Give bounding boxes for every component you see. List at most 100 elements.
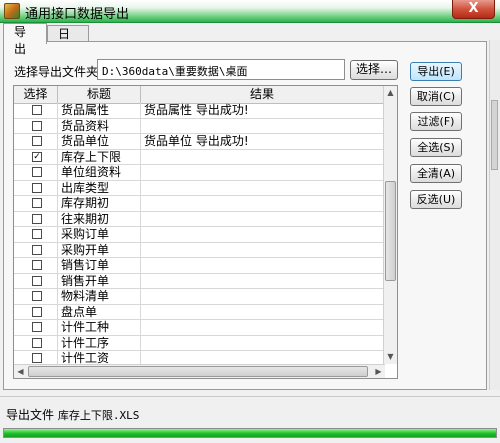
select-cell — [14, 320, 58, 335]
table-header: 选择 标题 结果 — [14, 86, 384, 104]
horizontal-scroll-thumb[interactable] — [28, 366, 368, 377]
title-cell: 物料清单 — [58, 289, 141, 304]
header-select[interactable]: 选择 — [14, 86, 58, 103]
table-row[interactable]: 盘点单 — [14, 304, 384, 320]
checkbox[interactable] — [32, 353, 42, 363]
vertical-scroll-thumb[interactable] — [385, 181, 396, 281]
close-button[interactable]: X — [452, 0, 495, 19]
title-cell: 往来期初 — [58, 211, 141, 226]
title-cell: 出库类型 — [58, 180, 141, 195]
checkbox[interactable] — [32, 322, 42, 332]
select-cell — [14, 180, 58, 195]
select-cell — [14, 227, 58, 242]
table-row[interactable]: 库存期初 — [14, 196, 384, 212]
table-body: 货品属性 货品属性 导出成功! 货品资料 货品单位 货品单位 导出成功! ✓ 库存上下限 单位… — [14, 103, 384, 378]
table-row[interactable]: 货品资料 — [14, 118, 384, 134]
checkbox[interactable] — [32, 213, 42, 224]
table-row[interactable]: 往来期初 — [14, 211, 384, 227]
checkbox[interactable] — [32, 136, 42, 146]
status-file: 库存上下限.XLS — [57, 409, 140, 422]
folder-path-input[interactable]: D:\360data\重要数据\桌面 — [97, 59, 345, 80]
result-cell — [141, 242, 384, 257]
filter-button[interactable]: 过滤(F) — [410, 112, 462, 131]
tab-export[interactable]: 导出 — [3, 23, 47, 56]
checkbox[interactable] — [32, 275, 42, 286]
result-cell — [141, 227, 384, 242]
result-cell — [141, 289, 384, 304]
table-row[interactable]: 采购订单 — [14, 227, 384, 243]
scroll-down-arrow-icon[interactable]: ▼ — [384, 350, 397, 364]
title-cell: 采购订单 — [58, 227, 141, 242]
checkbox[interactable] — [32, 244, 42, 255]
table-row[interactable]: 货品单位 货品单位 导出成功! — [14, 134, 384, 150]
title-cell: 库存上下限 — [58, 149, 141, 164]
table-row[interactable]: 出库类型 — [14, 180, 384, 196]
checkbox[interactable] — [32, 229, 42, 239]
status-bar: 导出文件 库存上下限.XLS — [0, 396, 500, 427]
result-cell — [141, 118, 384, 133]
checkbox[interactable] — [32, 198, 42, 208]
result-cell — [141, 304, 384, 319]
select-cell — [14, 134, 58, 149]
checkbox[interactable] — [32, 105, 42, 115]
table-row[interactable]: 销售开单 — [14, 273, 384, 289]
table-row[interactable]: 货品属性 货品属性 导出成功! — [14, 103, 384, 119]
table-row[interactable]: 计件工种 — [14, 320, 384, 336]
select-cell — [14, 289, 58, 304]
title-cell: 计件工种 — [58, 320, 141, 335]
browse-button[interactable]: 选择… — [350, 60, 398, 80]
select-cell — [14, 165, 58, 180]
title-cell: 货品资料 — [58, 118, 141, 133]
scroll-up-arrow-icon[interactable]: ▲ — [384, 86, 397, 100]
checkbox[interactable] — [32, 337, 42, 348]
window-scrollbar[interactable] — [489, 40, 500, 390]
table-row[interactable]: 单位组资料 — [14, 165, 384, 181]
select-cell — [14, 118, 58, 133]
cancel-button[interactable]: 取消(C) — [410, 87, 462, 106]
select-all-button[interactable]: 全选(S) — [410, 138, 462, 157]
checkbox-checked[interactable]: ✓ — [32, 151, 42, 162]
title-cell: 库存期初 — [58, 196, 141, 211]
export-button[interactable]: 导出(E) — [410, 62, 462, 81]
progress-bar — [3, 428, 497, 438]
result-cell — [141, 320, 384, 335]
clear-all-button[interactable]: 全清(A) — [410, 164, 462, 183]
window-scrollbar-thumb[interactable] — [491, 100, 498, 170]
select-cell — [14, 103, 58, 118]
scroll-left-arrow-icon[interactable]: ◀ — [14, 365, 27, 378]
result-cell — [141, 165, 384, 180]
result-cell — [141, 196, 384, 211]
title-cell: 采购开单 — [58, 242, 141, 257]
result-cell — [141, 180, 384, 195]
title-cell: 销售开单 — [58, 273, 141, 288]
table-vertical-scrollbar[interactable]: ▲ ▼ — [383, 86, 397, 364]
table-row[interactable]: 采购开单 — [14, 242, 384, 258]
scroll-right-arrow-icon[interactable]: ▶ — [372, 365, 385, 378]
app-icon — [4, 3, 20, 19]
checkbox[interactable] — [32, 120, 42, 131]
select-cell — [14, 304, 58, 319]
checkbox[interactable] — [32, 291, 42, 301]
table-row[interactable]: 销售订单 — [14, 258, 384, 274]
checkbox[interactable] — [32, 182, 42, 193]
invert-selection-button[interactable]: 反选(U) — [410, 190, 462, 209]
export-table: 选择 标题 结果 货品属性 货品属性 导出成功! 货品资料 货品单位 货品单位 导出成功… — [13, 85, 398, 379]
table-horizontal-scrollbar[interactable]: ◀ ▶ — [14, 364, 385, 378]
title-cell: 货品属性 — [58, 103, 141, 118]
title-cell: 销售订单 — [58, 258, 141, 273]
table-row[interactable]: ✓ 库存上下限 — [14, 149, 384, 165]
checkbox[interactable] — [32, 167, 42, 177]
checkbox[interactable] — [32, 306, 42, 317]
title-cell: 货品单位 — [58, 134, 141, 149]
select-cell — [14, 258, 58, 273]
select-cell — [14, 242, 58, 257]
checkbox[interactable] — [32, 260, 42, 270]
status-label: 导出文件 — [6, 408, 55, 422]
export-window: 通用接口数据导出 X 导出 日志 选择导出文件夹 D:\360data\重要数据… — [0, 0, 500, 443]
table-row[interactable]: 计件工序 — [14, 335, 384, 351]
header-result[interactable]: 结果 — [141, 86, 384, 103]
table-row[interactable]: 物料清单 — [14, 289, 384, 305]
progress-fill — [4, 429, 496, 437]
result-cell: 货品单位 导出成功! — [141, 134, 384, 149]
header-title[interactable]: 标题 — [58, 86, 141, 103]
